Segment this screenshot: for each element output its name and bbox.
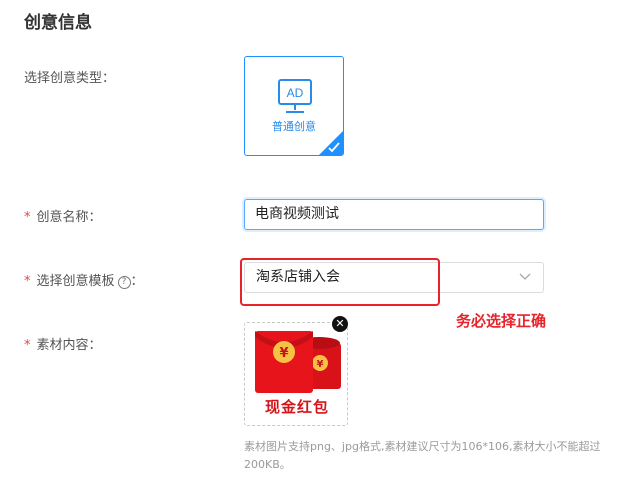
required-asterisk: * xyxy=(24,338,31,353)
creative-type-label: 选择创意类型： xyxy=(24,71,116,86)
red-envelope-image: ¥ ¥ 现金红包 xyxy=(249,327,345,423)
creative-name-label: * 创意名称： xyxy=(24,206,102,225)
required-asterisk: * xyxy=(24,274,31,289)
material-label-text: 素材内容： xyxy=(36,338,102,353)
help-icon[interactable]: ? xyxy=(117,276,131,289)
chevron-down-icon xyxy=(519,273,531,280)
highlight-annotation-box xyxy=(240,258,440,306)
coin-glyph-small: ¥ xyxy=(317,359,324,370)
ad-monitor-icon: AD xyxy=(278,79,312,113)
ad-icon-text: AD xyxy=(287,86,304,100)
required-asterisk: * xyxy=(24,210,31,225)
material-upload-preview[interactable]: ¥ ¥ 现金红包 xyxy=(244,322,348,426)
creative-name-label-text: 创意名称： xyxy=(36,210,102,225)
template-label: * 选择创意模板?： xyxy=(24,270,144,289)
material-label: * 素材内容： xyxy=(24,334,102,353)
image-caption: 现金红包 xyxy=(264,398,329,416)
annotation-text: 务必选择正确 xyxy=(456,312,547,330)
check-icon xyxy=(328,142,340,153)
template-label-colon: ： xyxy=(130,274,144,289)
material-hint-text: 素材图片支持png、jpg格式,素材建议尺寸为106*106,素材大小不能超过2… xyxy=(244,440,601,471)
remove-image-button[interactable]: ✕ xyxy=(332,316,348,332)
section-title: 创意信息 xyxy=(24,13,92,33)
coin-glyph-large: ¥ xyxy=(279,346,288,361)
template-label-text: 选择创意模板 xyxy=(36,274,115,289)
creative-type-card-normal[interactable]: AD 普通创意 xyxy=(244,56,344,156)
creative-name-input[interactable]: 电商视频测试 xyxy=(244,199,544,230)
